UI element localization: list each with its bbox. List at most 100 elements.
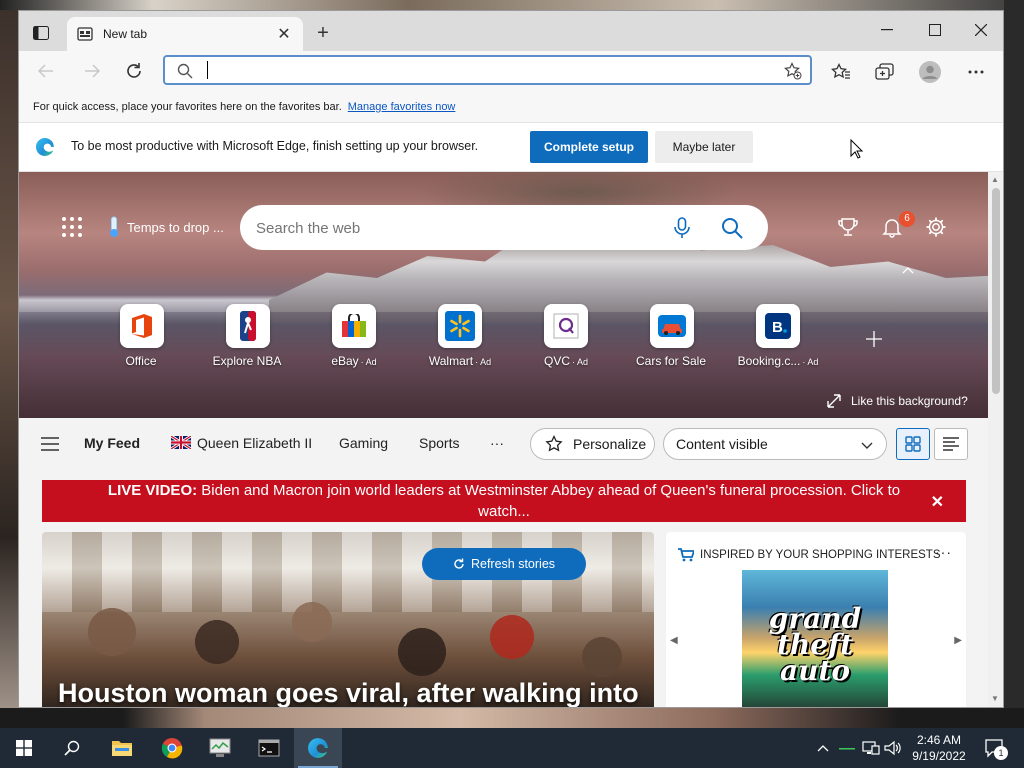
tab-actions-icon[interactable] bbox=[29, 23, 53, 43]
feed-more-icon[interactable]: ··· bbox=[490, 435, 504, 451]
address-input[interactable] bbox=[209, 60, 769, 80]
scroll-down-icon[interactable]: ▼ bbox=[991, 694, 999, 703]
page-scrollbar[interactable]: ▲ ▼ bbox=[988, 172, 1003, 707]
top-story-card[interactable]: Refresh stories Houston woman goes viral… bbox=[42, 532, 654, 707]
quick-link-nba[interactable]: Explore NBA bbox=[203, 304, 293, 368]
shopping-cart-icon bbox=[678, 548, 694, 562]
content-visibility-dropdown[interactable]: Content visible bbox=[663, 428, 887, 460]
edge-taskbar-button[interactable] bbox=[294, 728, 342, 768]
hamburger-menu-icon[interactable] bbox=[41, 437, 59, 451]
profile-avatar[interactable] bbox=[919, 61, 941, 83]
maximize-button[interactable] bbox=[915, 17, 955, 43]
feed-tab-gaming[interactable]: Gaming bbox=[339, 435, 388, 451]
ad-tag: · Ad bbox=[475, 357, 492, 367]
quick-link-office[interactable]: Office bbox=[97, 304, 187, 368]
live-video-banner[interactable]: LIVE VIDEO: Biden and Macron join world … bbox=[42, 480, 966, 522]
tab-bar: New tab ✕ + bbox=[19, 11, 1003, 51]
folder-icon bbox=[112, 741, 132, 756]
list-layout-button[interactable] bbox=[934, 428, 968, 460]
tab-title: New tab bbox=[103, 27, 148, 41]
more-menu-icon[interactable] bbox=[965, 61, 987, 83]
taskbar-search-button[interactable] bbox=[48, 728, 96, 768]
qvc-logo-icon bbox=[553, 313, 579, 339]
system-clock[interactable]: 2:46 AM 9/19/2022 bbox=[904, 732, 974, 764]
live-banner-prefix: LIVE VIDEO: bbox=[107, 482, 198, 499]
volume-icon[interactable] bbox=[884, 739, 902, 757]
task-manager-button[interactable] bbox=[196, 728, 244, 768]
feed-tab-sports[interactable]: Sports bbox=[419, 435, 459, 451]
setup-infobar: To be most productive with Microsoft Edg… bbox=[19, 123, 1003, 172]
quick-link-cars-for-sale[interactable]: Cars for Sale bbox=[627, 304, 717, 368]
web-search-box[interactable] bbox=[240, 205, 768, 250]
feed-tab-label: Queen Elizabeth II bbox=[197, 435, 313, 451]
action-center-badge: 1 bbox=[994, 746, 1008, 760]
scroll-thumb[interactable] bbox=[992, 188, 1000, 394]
grid-layout-button[interactable] bbox=[896, 428, 930, 460]
booking-logo-icon: B bbox=[765, 313, 791, 339]
notification-count-badge: 6 bbox=[899, 211, 915, 227]
apps-grid-icon[interactable] bbox=[61, 216, 83, 238]
network-icon[interactable] bbox=[862, 739, 880, 757]
tab-close-icon[interactable]: ✕ bbox=[275, 24, 293, 44]
tab-new-tab[interactable]: New tab ✕ bbox=[67, 17, 303, 51]
add-quick-link-icon[interactable] bbox=[865, 330, 883, 348]
chrome-icon bbox=[161, 738, 183, 759]
minimize-button[interactable] bbox=[867, 17, 907, 43]
scroll-up-icon[interactable]: ▲ bbox=[991, 175, 999, 184]
refresh-stories-label: Refresh stories bbox=[470, 557, 556, 571]
quick-link-booking[interactable]: B Booking.c... · Ad bbox=[733, 304, 823, 368]
complete-setup-button[interactable]: Complete setup bbox=[530, 131, 648, 163]
uk-flag-icon bbox=[171, 436, 191, 449]
search-icon[interactable] bbox=[720, 216, 744, 240]
quick-link-ebay[interactable]: eBay · Ad bbox=[309, 304, 399, 368]
back-button[interactable] bbox=[33, 59, 59, 83]
forward-button[interactable] bbox=[79, 59, 105, 83]
nba-logo-icon bbox=[240, 311, 256, 341]
quick-link-walmart[interactable]: Walmart · Ad bbox=[415, 304, 505, 368]
content-visibility-value: Content visible bbox=[676, 436, 768, 452]
web-search-input[interactable] bbox=[256, 217, 656, 239]
maybe-later-button[interactable]: Maybe later bbox=[655, 131, 753, 163]
carousel-prev-icon[interactable]: ◀ bbox=[670, 635, 678, 646]
microphone-icon[interactable] bbox=[672, 217, 692, 239]
feed-navigation: My Feed Queen Elizabeth II Gaming Sports… bbox=[19, 418, 988, 468]
product-image-gta-v[interactable]: grand theft auto bbox=[742, 570, 888, 707]
page-settings-gear-icon[interactable] bbox=[925, 216, 947, 238]
rewards-trophy-icon[interactable] bbox=[837, 216, 859, 238]
chrome-button[interactable] bbox=[148, 728, 196, 768]
start-button[interactable] bbox=[0, 728, 48, 768]
personalize-button[interactable]: Personalize bbox=[530, 428, 655, 460]
carousel-next-icon[interactable]: ▶ bbox=[954, 635, 962, 646]
close-banner-icon[interactable]: ✕ bbox=[931, 492, 944, 513]
new-tab-button[interactable]: + bbox=[313, 23, 333, 43]
weather-widget[interactable]: Temps to drop ... bbox=[107, 216, 224, 238]
quick-link-label: eBay bbox=[331, 354, 359, 368]
chevron-up-icon[interactable] bbox=[814, 739, 832, 757]
address-bar[interactable] bbox=[163, 55, 812, 85]
feed-tab-queen-elizabeth[interactable]: Queen Elizabeth II bbox=[171, 435, 312, 451]
task-manager-icon bbox=[209, 738, 231, 757]
file-explorer-button[interactable] bbox=[98, 728, 146, 768]
battery-line-icon[interactable] bbox=[838, 739, 856, 757]
shopping-more-icon[interactable]: ··· bbox=[935, 544, 952, 560]
add-favorite-icon[interactable] bbox=[784, 62, 802, 80]
manage-favorites-link[interactable]: Manage favorites now bbox=[348, 101, 456, 113]
ad-tag: · Ad bbox=[360, 357, 377, 367]
desktop-wallpaper-bottom bbox=[0, 708, 1024, 728]
quick-link-qvc[interactable]: QVC · Ad bbox=[521, 304, 611, 368]
thermometer-icon bbox=[110, 216, 118, 237]
refresh-stories-button[interactable]: Refresh stories bbox=[422, 548, 586, 580]
weather-text: Temps to drop ... bbox=[127, 219, 224, 235]
story-headline[interactable]: Houston woman goes viral, after walking … bbox=[58, 678, 639, 707]
refresh-button[interactable] bbox=[121, 59, 147, 83]
favorites-icon[interactable] bbox=[830, 61, 852, 83]
feed-tab-my-feed[interactable]: My Feed bbox=[84, 435, 140, 451]
chevron-up-icon[interactable] bbox=[901, 264, 915, 278]
navigation-bar bbox=[19, 51, 1003, 91]
close-window-button[interactable] bbox=[961, 17, 1001, 43]
ad-tag: · Ad bbox=[572, 357, 589, 367]
command-prompt-button[interactable] bbox=[245, 728, 293, 768]
collections-icon[interactable] bbox=[874, 61, 896, 83]
quick-links: Office Explore NBA eBay · Ad Walmart · Ad … bbox=[97, 304, 877, 384]
like-background-link[interactable]: Like this background? bbox=[827, 394, 968, 408]
